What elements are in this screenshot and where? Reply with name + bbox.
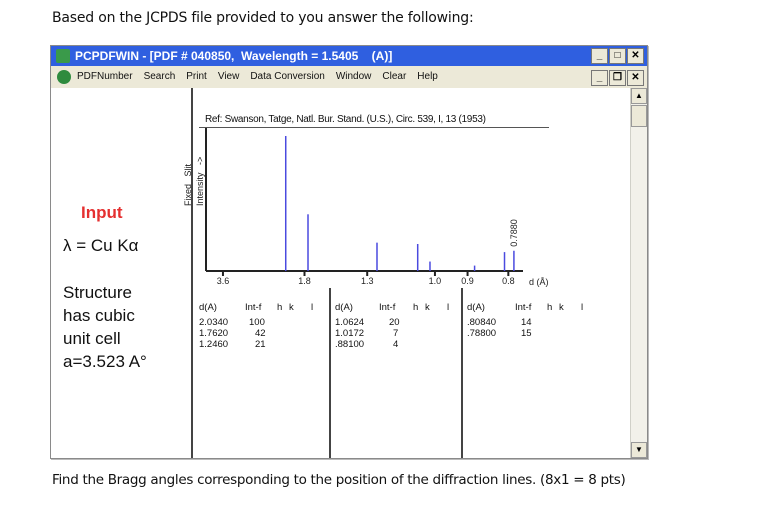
pcpdfwin-window: PCPDFWIN - [PDF # 040850, Wavelength = 1… [50, 45, 648, 459]
peak-annotation: 0.7880 [509, 219, 519, 247]
vertical-scrollbar[interactable]: ▲ ▼ [630, 88, 647, 458]
menu-pdfnumber[interactable]: PDFNumber [77, 71, 133, 82]
menu-data-conversion[interactable]: Data Conversion [250, 71, 324, 82]
child-close-button[interactable]: ✕ [627, 70, 644, 86]
header-k: k [425, 302, 430, 313]
intensity-value: 21 [255, 339, 266, 350]
menu-help[interactable]: Help [417, 71, 438, 82]
d-value: 1.2460 [199, 339, 229, 350]
d-value: .78800 [467, 328, 497, 339]
menu-bar: PDFNumber Search Print View Data Convers… [51, 67, 647, 87]
scroll-up-arrow-icon[interactable]: ▲ [631, 88, 647, 104]
header-d: d(A) [199, 302, 217, 313]
structure-line: has cubic [63, 306, 135, 325]
intro-text: Based on the JCPDS file provided to you … [52, 10, 474, 26]
x-tick-label: 1.3 [361, 276, 374, 286]
intensity-value: 42 [255, 328, 266, 339]
menu-view[interactable]: View [218, 71, 240, 82]
header-int: Int-f [379, 302, 396, 313]
app-icon [56, 49, 70, 63]
d-value: 2.0340 [199, 317, 229, 328]
x-tick-label: 0.8 [502, 276, 515, 286]
header-d: d(A) [467, 302, 485, 313]
child-minimize-button[interactable]: _ [591, 70, 608, 86]
table-divider-1 [329, 288, 331, 458]
header-h: h [547, 302, 553, 313]
diffraction-chart: 3.6 1.8 1.3 1.0 0.9 0.8 0.7880 d (Å) [205, 128, 549, 287]
scroll-thumb[interactable] [631, 105, 647, 127]
x-tick-label: 3.6 [217, 276, 230, 286]
header-l: l [311, 302, 314, 313]
maximize-button[interactable]: □ [609, 48, 626, 64]
intensity-value: 14 [521, 317, 532, 328]
menu-print[interactable]: Print [186, 71, 207, 82]
header-k: k [559, 302, 564, 313]
pdf-card-content: Ref: Swanson, Tatge, Natl. Bur. Stand. (… [51, 88, 630, 458]
close-button[interactable]: ✕ [627, 48, 644, 64]
document-globe-icon[interactable] [57, 70, 71, 84]
header-d: d(A) [335, 302, 353, 313]
child-restore-button[interactable]: ❐ [609, 70, 626, 86]
intensity-value: 20 [389, 317, 400, 328]
intensity-value: 7 [393, 328, 399, 339]
scroll-down-arrow-icon[interactable]: ▼ [631, 442, 647, 458]
minimize-button[interactable]: _ [591, 48, 608, 64]
intensity-value: 100 [249, 317, 265, 328]
structure-note: Structure has cubic unit cell a=3.523 A° [63, 281, 147, 373]
d-value: 1.0172 [335, 328, 365, 339]
d-value: .88100 [335, 339, 365, 350]
d-value: 1.0624 [335, 317, 365, 328]
window-title: PCPDFWIN - [PDF # 040850, Wavelength = 1… [75, 49, 393, 63]
header-int: Int-f [245, 302, 262, 313]
structure-line: a=3.523 A° [63, 352, 147, 371]
intensity-value: 4 [393, 339, 399, 350]
menu-clear[interactable]: Clear [382, 71, 406, 82]
header-l: l [581, 302, 584, 313]
x-tick-label: 1.0 [429, 276, 442, 286]
d-value: 1.7620 [199, 328, 229, 339]
menu-window[interactable]: Window [336, 71, 372, 82]
menu-search[interactable]: Search [144, 71, 176, 82]
header-l: l [447, 302, 450, 313]
d-value: .80840 [467, 317, 497, 328]
table-divider-2 [461, 288, 463, 458]
header-h: h [413, 302, 419, 313]
title-bar[interactable]: PCPDFWIN - [PDF # 040850, Wavelength = 1… [51, 46, 647, 66]
header-h: h [277, 302, 283, 313]
header-int: Int-f [515, 302, 532, 313]
question-text: Find the Bragg angles corresponding to t… [52, 472, 626, 488]
intensity-value: 15 [521, 328, 532, 339]
x-tick-label: 0.9 [461, 276, 474, 286]
x-axis-label: d (Å) [529, 277, 549, 287]
structure-line: unit cell [63, 329, 121, 348]
header-k: k [289, 302, 294, 313]
x-tick-label: 1.8 [298, 276, 311, 286]
